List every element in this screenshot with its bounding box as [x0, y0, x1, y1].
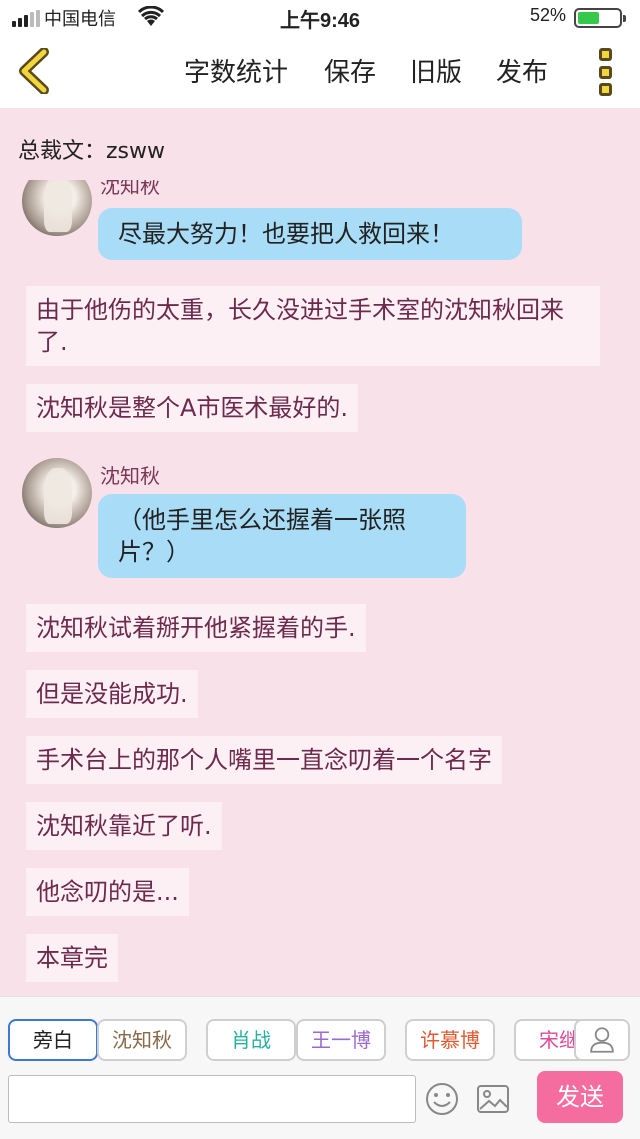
publish-button[interactable]: 发布 — [496, 52, 548, 89]
send-button[interactable]: 发送 — [537, 1071, 623, 1123]
avatar[interactable] — [22, 180, 92, 236]
narration-item[interactable]: 手术台上的那个人嘴里一直念叨着一个名字 — [26, 736, 502, 784]
narration-item[interactable]: 本章完 — [26, 934, 118, 982]
chevron-left-icon[interactable] — [14, 48, 58, 94]
image-icon[interactable] — [476, 1083, 510, 1115]
role-chip[interactable]: 宋继 — [514, 1019, 580, 1061]
status-bar: 中国电信 上午9:46 52% — [0, 0, 640, 34]
role-chip[interactable]: 许慕博 — [405, 1019, 495, 1061]
role-chip-narrator[interactable]: 旁白 — [8, 1019, 98, 1061]
role-chip[interactable]: 肖战 — [206, 1019, 296, 1061]
nav-bar: 字数统计 保存 旧版 发布 — [0, 34, 640, 108]
chat-content[interactable]: 沈知秋 尽最大努力！也要把人救回来！ 由于他伤的太重，长久没进过手术室的沈知秋回… — [0, 180, 640, 996]
narration-item[interactable]: 沈知秋试着掰开他紧握着的手. — [26, 604, 366, 652]
add-role-button[interactable] — [574, 1019, 630, 1061]
person-icon — [590, 1027, 614, 1053]
word-count-button[interactable]: 字数统计 — [184, 52, 288, 89]
battery-percent: 52% — [529, 5, 566, 25]
dialogue-bubble[interactable]: 尽最大努力！也要把人救回来！ — [98, 208, 522, 260]
speaker-name: 沈知秋 — [100, 180, 160, 198]
narration-item[interactable]: 沈知秋靠近了听. — [26, 802, 222, 850]
narration-item[interactable]: 由于他伤的太重，长久没进过手术室的沈知秋回来了. — [26, 286, 600, 366]
save-button[interactable]: 保存 — [324, 52, 376, 89]
battery-icon — [574, 8, 626, 28]
role-chip[interactable]: 王一博 — [296, 1019, 386, 1061]
narration-item[interactable]: 他念叨的是... — [26, 868, 189, 916]
battery-fill — [578, 12, 599, 24]
role-selector[interactable]: 旁白 沈知秋 肖战 王一博 许慕博 宋继 — [0, 997, 580, 1067]
message-input[interactable] — [8, 1075, 416, 1123]
narration-item[interactable]: 但是没能成功. — [26, 670, 198, 718]
emoji-icon[interactable] — [424, 1081, 460, 1117]
dialogue-bubble[interactable]: （他手里怎么还握着一张照片？） — [98, 494, 466, 578]
role-chip[interactable]: 沈知秋 — [97, 1019, 187, 1061]
more-vertical-icon[interactable] — [596, 48, 614, 96]
author-line: 总裁文：zsww — [18, 139, 165, 164]
old-version-button[interactable]: 旧版 — [410, 52, 462, 89]
narration-item[interactable]: 沈知秋是整个A市医术最好的. — [26, 384, 359, 432]
avatar[interactable] — [22, 458, 92, 528]
speaker-name: 沈知秋 — [100, 464, 160, 488]
composer-area: 旁白 沈知秋 肖战 王一博 许慕博 宋继 发送 — [0, 996, 640, 1139]
